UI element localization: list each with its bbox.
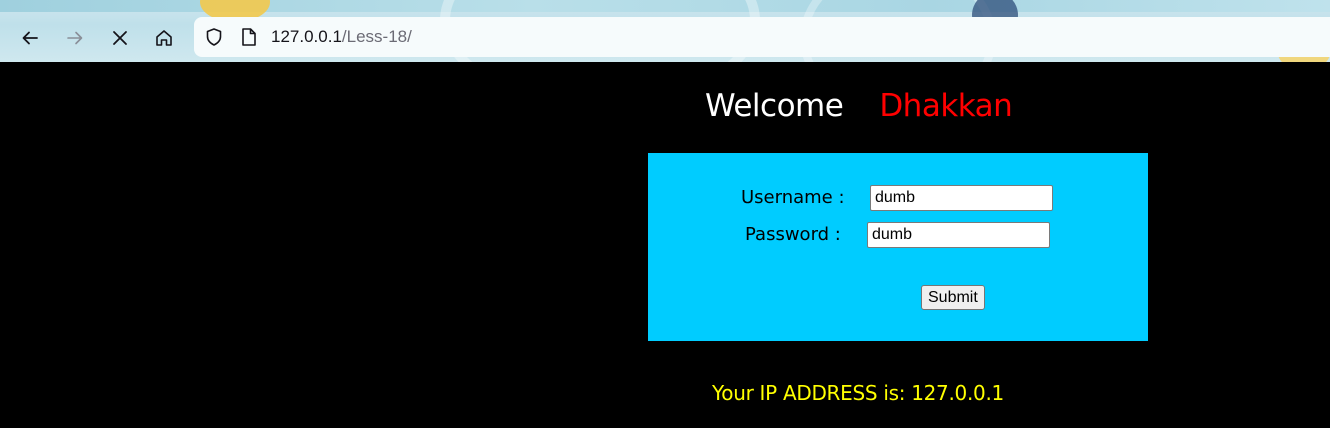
username-label: Username : [741, 187, 845, 208]
shield-icon[interactable] [204, 27, 224, 51]
forward-icon [65, 28, 85, 48]
stop-icon [111, 29, 129, 47]
submit-button[interactable]: Submit [921, 285, 985, 310]
url-text[interactable]: 127.0.0.1/Less-18/ [271, 26, 412, 48]
address-bar[interactable]: 127.0.0.1/Less-18/ [194, 17, 1330, 57]
browser-toolbar: 127.0.0.1/Less-18/ [0, 0, 1330, 62]
back-button[interactable] [14, 22, 46, 54]
welcome-name: Dhakkan [879, 88, 1013, 124]
password-label: Password : [745, 224, 841, 245]
url-host: 127.0.0.1 [271, 27, 342, 46]
password-input[interactable] [867, 222, 1050, 248]
forward-button[interactable] [59, 22, 91, 54]
url-path: /Less-18/ [341, 27, 412, 46]
page-icon[interactable] [240, 27, 258, 51]
welcome-heading: Welcome Dhakkan [705, 88, 1013, 124]
home-button[interactable] [148, 22, 180, 54]
ip-address-text: Your IP ADDRESS is: 127.0.0.1 [712, 381, 1004, 405]
welcome-text: Welcome [705, 88, 844, 124]
username-input[interactable] [870, 185, 1053, 211]
stop-button[interactable] [104, 22, 136, 54]
login-form: Username : Password : Submit [648, 153, 1148, 341]
home-icon [154, 28, 174, 48]
back-icon [20, 28, 40, 48]
